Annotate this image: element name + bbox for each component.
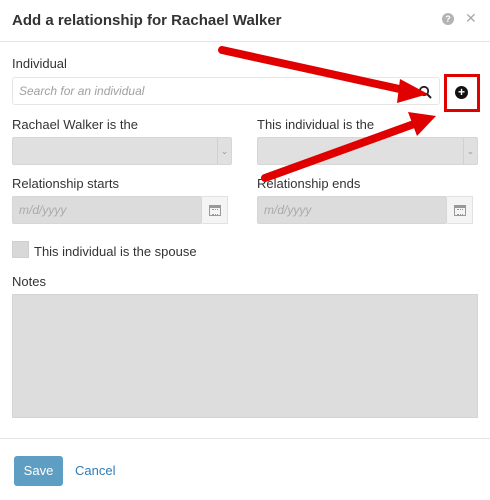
add-relationship-dialog: Add a relationship for Rachael Walker ? … <box>0 0 490 500</box>
individual-label: Individual <box>12 56 67 71</box>
spouse-checkbox[interactable] <box>12 241 29 258</box>
start-date-label: Relationship starts <box>12 176 119 191</box>
add-circle-icon[interactable]: + <box>455 86 468 99</box>
individual-search-box[interactable] <box>12 77 440 105</box>
left-relationship-label: Rachael Walker is the <box>12 117 138 132</box>
notes-textarea[interactable] <box>12 294 478 418</box>
left-relationship-select[interactable]: ⌄ <box>12 137 232 165</box>
chevron-down-icon: ⌄ <box>217 138 231 164</box>
spouse-checkbox-label: This individual is the spouse <box>34 244 197 259</box>
right-relationship-select[interactable]: ⌄ <box>257 137 478 165</box>
chevron-down-icon: ⌄ <box>463 138 477 164</box>
end-date-label: Relationship ends <box>257 176 361 191</box>
search-icon[interactable] <box>418 85 432 99</box>
help-icon[interactable]: ? <box>442 13 454 25</box>
calendar-icon[interactable] <box>202 196 228 224</box>
dialog-footer <box>0 438 490 500</box>
end-date-input[interactable] <box>258 197 446 223</box>
start-date-field[interactable] <box>12 196 202 224</box>
right-relationship-label: This individual is the <box>257 117 375 132</box>
individual-search-input[interactable] <box>13 78 439 104</box>
calendar-icon[interactable] <box>447 196 473 224</box>
close-icon[interactable]: ✕ <box>465 10 477 26</box>
cancel-link[interactable]: Cancel <box>75 463 115 478</box>
dialog-header: Add a relationship for Rachael Walker ? … <box>0 0 490 42</box>
dialog-title: Add a relationship for Rachael Walker <box>12 12 282 29</box>
notes-label: Notes <box>12 274 46 289</box>
end-date-field[interactable] <box>257 196 447 224</box>
save-button[interactable]: Save <box>14 456 63 486</box>
start-date-input[interactable] <box>13 197 201 223</box>
